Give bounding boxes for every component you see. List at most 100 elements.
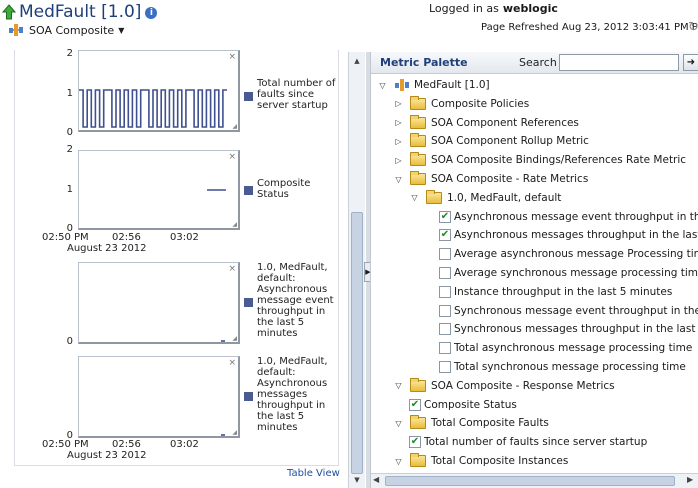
folder-icon <box>410 114 426 129</box>
scroll-right-icon[interactable]: ▶ <box>687 475 693 484</box>
x-date-label: August 23 2012 <box>67 243 147 254</box>
chart-async-messages-throughput[interactable]: × ◢ <box>78 356 240 438</box>
metric-checkbox-item[interactable]: Synchronous messages throughput in the l… <box>439 320 698 338</box>
tree-root-item[interactable]: ▽ MedFault [1.0] <box>377 76 490 94</box>
collapse-right-icon[interactable]: ▷ <box>393 118 404 127</box>
folder-icon <box>410 171 426 185</box>
checkbox-unchecked[interactable] <box>439 323 451 336</box>
metric-checkbox-item[interactable]: Instance throughput in the last 5 minute… <box>439 283 672 301</box>
scroll-up-icon[interactable]: ▲ <box>351 55 363 67</box>
info-icon[interactable]: i <box>145 7 158 19</box>
tree-folder-item[interactable]: ▷ Composite Policies <box>393 95 529 113</box>
metric-checkbox-item[interactable]: Synchronous message event throughput in … <box>439 302 698 320</box>
tree-item-label: MedFault [1.0] <box>414 79 490 91</box>
tree-item-label: SOA Composite Bindings/References Rate M… <box>431 154 687 167</box>
close-icon[interactable]: × <box>228 358 236 368</box>
resize-handle-icon[interactable]: ◢ <box>232 429 237 436</box>
checkbox-checked[interactable]: ✔ <box>409 398 421 411</box>
scroll-down-icon[interactable]: ▼ <box>351 474 363 486</box>
expand-down-icon[interactable]: ▽ <box>393 381 404 390</box>
scroll-thumb[interactable] <box>351 212 363 474</box>
close-icon[interactable]: × <box>228 264 236 274</box>
legend-label: Composite Status <box>257 178 311 200</box>
chart-composite-status[interactable]: × ◢ <box>78 150 240 230</box>
close-icon[interactable]: × <box>228 52 236 62</box>
metric-checkbox-item[interactable]: Average synchronous message processing t… <box>439 264 698 282</box>
y-tick: 2 <box>66 48 73 59</box>
search-go-button[interactable]: ➜ <box>683 54 698 71</box>
tree-item-label: Instance throughput in the last 5 minute… <box>454 285 673 298</box>
checkbox-checked[interactable]: ✔ <box>439 229 451 242</box>
checkbox-unchecked[interactable] <box>439 248 451 261</box>
metric-tree: ▽ MedFault [1.0] ▷ Composite Policies ▷ SOA C… <box>371 75 698 473</box>
collapse-right-icon[interactable]: ▷ <box>393 137 404 146</box>
legend-label: 1.0, MedFault, default: Asynchronous mes… <box>257 356 328 433</box>
chart-async-event-throughput[interactable]: × ◢ <box>78 262 240 344</box>
folder-icon <box>410 453 426 467</box>
chart-panel: 2 1 0 × ◢ Total number of faults since s… <box>0 48 366 488</box>
folder-icon <box>410 377 426 392</box>
expand-down-icon[interactable]: ▽ <box>377 81 388 90</box>
x-tick: 03:02 <box>170 439 199 450</box>
checkbox-checked[interactable]: ✔ <box>409 436 421 449</box>
tree-folder-item[interactable]: ▷ SOA Composite Bindings/References Rate … <box>393 151 686 169</box>
soa-composite-icon <box>395 79 409 91</box>
tree-folder-item[interactable]: ▷ SOA Component Rollup Metric <box>393 132 589 150</box>
expand-down-icon[interactable]: ▽ <box>393 419 404 428</box>
metric-checkbox-item[interactable]: ✔ Asynchronous message event throughput i… <box>439 208 698 226</box>
metric-checkbox-item[interactable]: ✔ Composite Status <box>409 396 517 414</box>
checkbox-unchecked[interactable] <box>439 285 451 298</box>
metric-checkbox-item[interactable]: ✔ Asynchronous messages throughput in the… <box>439 226 698 244</box>
series-line <box>79 89 227 128</box>
checkbox-unchecked[interactable] <box>439 267 451 279</box>
legend-swatch <box>244 392 253 401</box>
tree-item-label: Synchronous messages throughput in the l… <box>454 323 698 336</box>
target-menu[interactable]: SOA Composite ▼ <box>8 22 124 38</box>
collapse-right-icon[interactable]: ▷ <box>393 156 404 165</box>
table-view-link[interactable]: Table View <box>287 468 340 479</box>
checkbox-checked[interactable]: ✔ <box>439 210 451 223</box>
tree-folder-item[interactable]: ▽ 1.0, MedFault, default <box>409 189 561 207</box>
tree-folder-item[interactable]: ▽ Total Composite Instances <box>393 452 568 470</box>
scroll-left-icon[interactable]: ◀ <box>373 475 379 484</box>
left-vertical-scrollbar[interactable]: ▲ ▼ <box>348 52 365 488</box>
refresh-icon[interactable]: ↻ <box>688 20 698 35</box>
legend-swatch <box>244 92 253 101</box>
resize-handle-icon[interactable]: ◢ <box>232 221 237 228</box>
chart-total-faults-plot <box>79 89 227 128</box>
scroll-thumb[interactable] <box>385 476 675 486</box>
folder-icon <box>410 415 426 430</box>
checkbox-unchecked[interactable] <box>439 361 451 373</box>
palette-horizontal-scrollbar[interactable]: ◀ ▶ <box>371 473 698 488</box>
expand-down-icon[interactable]: ▽ <box>393 175 404 184</box>
legend-swatch <box>244 298 253 307</box>
resize-handle-icon[interactable]: ◢ <box>232 123 237 130</box>
y-tick: 1 <box>66 184 73 195</box>
tree-folder-item[interactable]: ▽ SOA Composite - Response Metrics <box>393 377 615 395</box>
x-tick: 03:02 <box>170 232 199 243</box>
expand-down-icon[interactable]: ▽ <box>409 193 420 202</box>
chart-total-faults[interactable]: × ◢ <box>78 50 240 132</box>
page-title: MedFault [1.0] <box>19 2 142 22</box>
checkbox-unchecked[interactable] <box>439 304 451 317</box>
metric-checkbox-item[interactable]: Total asynchronous message processing ti… <box>439 339 692 357</box>
resize-handle-icon[interactable]: ◢ <box>232 335 237 342</box>
metric-checkbox-item[interactable]: Average asynchronous message Processing … <box>439 245 698 263</box>
tree-folder-item[interactable]: ▷ SOA Component References <box>393 114 579 132</box>
metric-checkbox-item[interactable]: ✔ Total number of faults since server sta… <box>409 433 647 451</box>
chart-composite-status-plot <box>207 189 226 191</box>
expand-down-icon[interactable]: ▽ <box>393 457 404 466</box>
legend-label: Total number of faults since server star… <box>257 78 336 111</box>
tree-folder-item[interactable]: ▽ SOA Composite - Rate Metrics <box>393 170 588 188</box>
tree-item-label: Asynchronous message event throughput in… <box>454 210 698 223</box>
tree-item-label: Average asynchronous message Processing … <box>454 248 698 261</box>
collapse-right-icon[interactable]: ▷ <box>393 99 404 108</box>
target-menu-label: SOA Composite <box>29 23 115 37</box>
checkbox-unchecked[interactable] <box>439 342 451 355</box>
metric-checkbox-item[interactable]: Total synchronous message processing tim… <box>439 358 686 376</box>
close-icon[interactable]: × <box>228 152 236 162</box>
tree-folder-item[interactable]: ▽ Total Composite Faults <box>393 414 549 432</box>
tree-item-label: Total number of faults since server star… <box>424 436 648 449</box>
search-input[interactable] <box>559 54 679 71</box>
chart-async-messages-throughput-plot <box>221 434 225 436</box>
